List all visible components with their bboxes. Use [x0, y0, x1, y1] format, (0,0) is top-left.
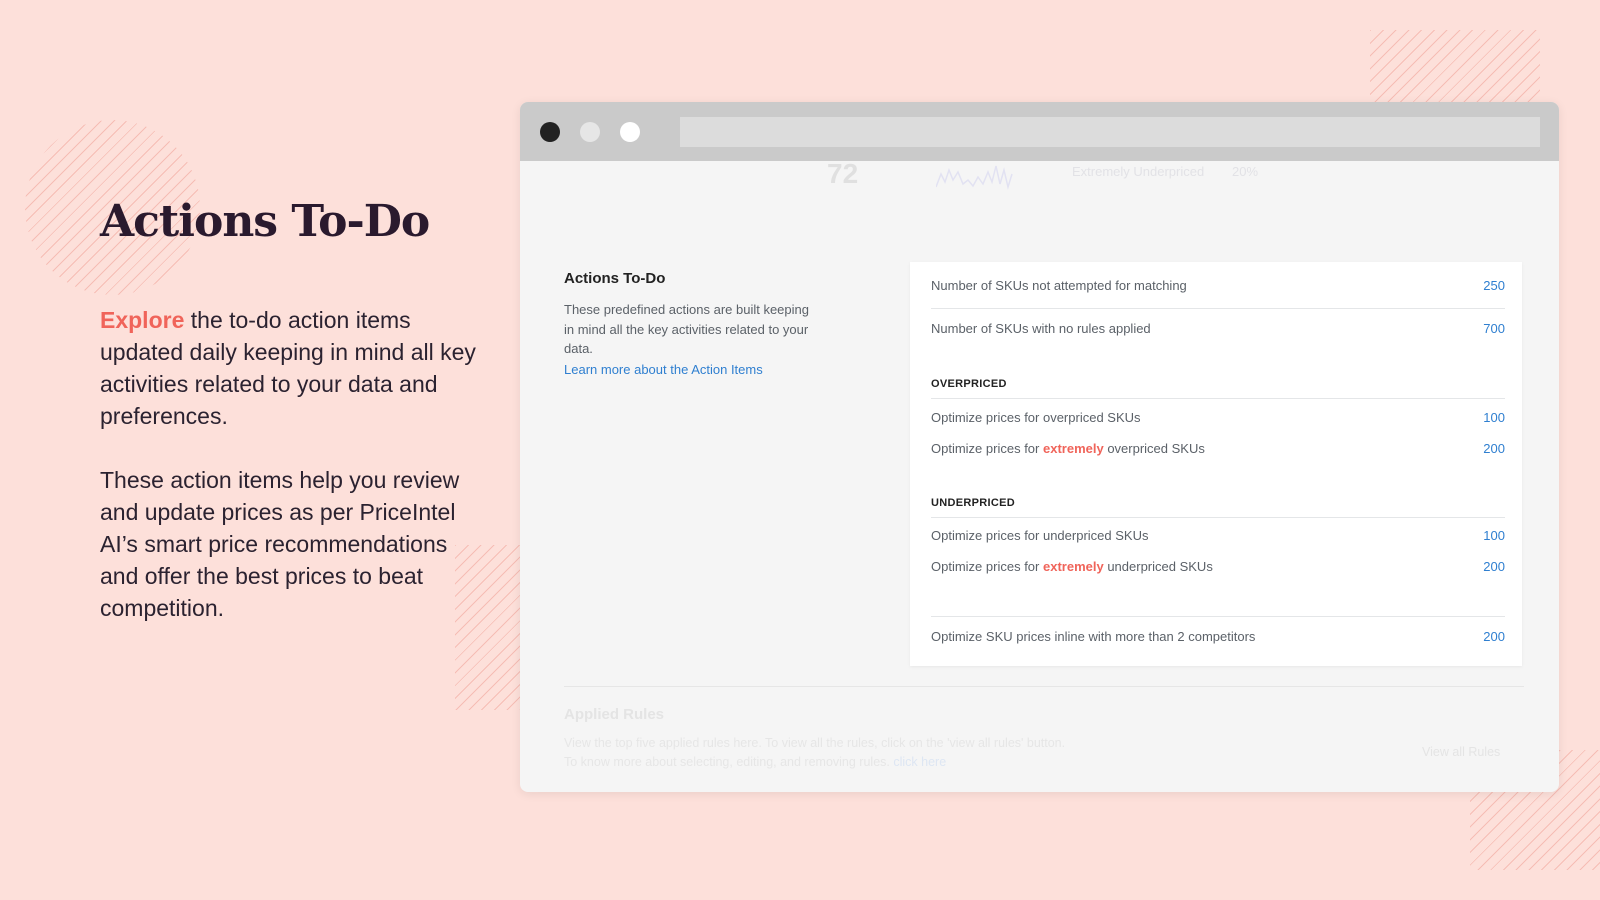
- row-label: Optimize SKU prices inline with more tha…: [931, 628, 1256, 644]
- actions-card: Number of SKUs not attempted for matchin…: [910, 262, 1522, 666]
- row-value[interactable]: 200: [1483, 559, 1505, 574]
- underpriced-header: UNDERPRICED: [931, 497, 1015, 509]
- row-value[interactable]: 700: [1483, 321, 1505, 336]
- divider: [931, 616, 1505, 617]
- applied-rules-title: Applied Rules: [564, 706, 665, 723]
- ghost-percent: 20%: [1232, 164, 1259, 179]
- row-label: Number of SKUs with no rules applied: [931, 320, 1151, 336]
- applied-rules-line2: To know more about selecting, editing, a…: [564, 755, 946, 769]
- row-label: Optimize prices for extremely overpriced…: [931, 441, 1205, 456]
- divider: [931, 308, 1505, 309]
- row-label: Number of SKUs not attempted for matchin…: [931, 277, 1187, 293]
- section-title: Actions To-Do: [564, 270, 666, 287]
- row-value[interactable]: 200: [1483, 441, 1505, 456]
- divider: [931, 398, 1505, 399]
- view-all-rules-button[interactable]: View all Rules: [1422, 745, 1500, 759]
- applied-rules-text: To know more about selecting, editing, a…: [564, 755, 890, 769]
- section-divider: [564, 686, 1524, 687]
- close-dot[interactable]: [540, 122, 560, 142]
- list-item[interactable]: Optimize prices for overpriced SKUs 100: [931, 407, 1505, 427]
- list-item[interactable]: Optimize prices for extremely underprice…: [931, 556, 1505, 576]
- row-value[interactable]: 100: [1483, 528, 1505, 543]
- minimize-dot[interactable]: [580, 122, 600, 142]
- row-text: Optimize prices for: [931, 558, 1043, 574]
- list-item[interactable]: Optimize SKU prices inline with more tha…: [931, 626, 1505, 646]
- row-value[interactable]: 250: [1483, 278, 1505, 293]
- click-here-link[interactable]: click here: [893, 755, 946, 769]
- row-label: Optimize prices for overpriced SKUs: [931, 409, 1141, 425]
- list-item[interactable]: Number of SKUs not attempted for matchin…: [931, 275, 1505, 295]
- emphasis: extremely: [1042, 558, 1104, 574]
- ghost-number: 72: [827, 158, 859, 189]
- hero-title: Actions To-Do: [100, 196, 430, 247]
- row-value[interactable]: 100: [1483, 410, 1505, 425]
- overpriced-header: OVERPRICED: [931, 378, 1007, 390]
- divider: [931, 517, 1505, 518]
- address-bar[interactable]: [680, 117, 1540, 147]
- list-item[interactable]: Optimize prices for underpriced SKUs 100: [931, 525, 1505, 545]
- sparkline-icon: [936, 165, 1013, 190]
- maximize-dot[interactable]: [620, 122, 640, 142]
- section-description: These predefined actions are built keepi…: [564, 302, 809, 356]
- hero-paragraph-2: These action items help you review and u…: [100, 467, 460, 621]
- row-text: overpriced SKUs: [1103, 440, 1205, 456]
- row-label: Optimize prices for extremely underprice…: [931, 559, 1213, 574]
- ghost-label: Extremely Underpriced: [1072, 164, 1205, 179]
- title-bar: [520, 102, 1559, 161]
- applied-rules-line1: View the top five applied rules here. To…: [564, 736, 1066, 750]
- hero-paragraph: Explore the to-do action items updated d…: [100, 304, 480, 432]
- emphasis: extremely: [1042, 440, 1104, 456]
- hero-accent: Explore: [100, 307, 185, 333]
- browser-window: 72 Extremely Underpriced 20% Actions To-…: [520, 102, 1559, 792]
- row-label: Optimize prices for underpriced SKUs: [931, 527, 1149, 543]
- row-value[interactable]: 200: [1483, 629, 1505, 644]
- row-text: underpriced SKUs: [1103, 558, 1213, 574]
- row-text: Optimize prices for: [931, 440, 1043, 456]
- list-item[interactable]: Number of SKUs with no rules applied 700: [931, 318, 1505, 338]
- learn-more-link[interactable]: Learn more about the Action Items: [564, 362, 763, 377]
- list-item[interactable]: Optimize prices for extremely overpriced…: [931, 438, 1505, 458]
